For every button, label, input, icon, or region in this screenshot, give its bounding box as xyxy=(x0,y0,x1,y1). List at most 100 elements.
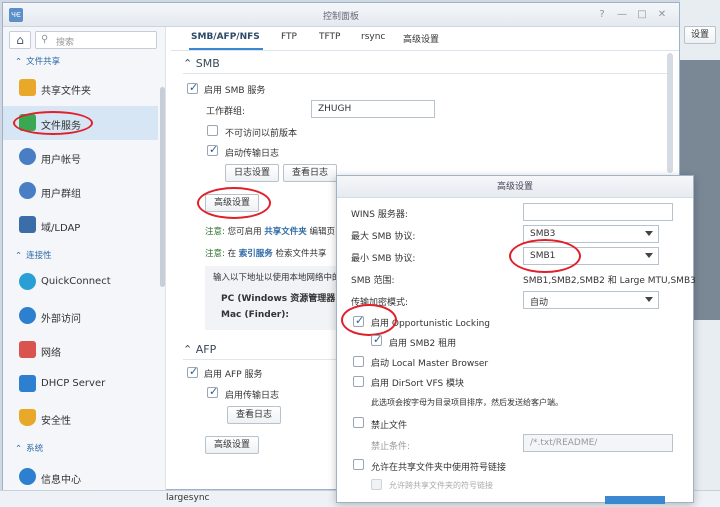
workgroup-label: 工作群组: xyxy=(206,107,246,117)
dirsort-checkbox[interactable] xyxy=(353,376,364,387)
help-icon[interactable]: ? xyxy=(595,8,609,22)
tab-rsync[interactable]: rsync xyxy=(361,32,385,42)
apply-button[interactable] xyxy=(605,496,665,504)
window-title: 控制面板 xyxy=(322,12,359,22)
veto-label: 禁止文件 xyxy=(371,421,408,431)
sidebar-item-dhcp[interactable]: DHCP Server xyxy=(3,367,158,401)
enable-afp-checkbox[interactable] xyxy=(187,365,198,378)
chevron-up-icon: ⌃ xyxy=(15,444,23,454)
afp-section-title[interactable]: ⌃ AFP xyxy=(183,343,216,356)
local-master-checkbox[interactable] xyxy=(353,356,364,367)
view-log-button[interactable]: 查看日志 xyxy=(283,164,337,182)
title-bar[interactable]: ЧЄ 控制面板 ? — □ ✕ xyxy=(3,3,679,27)
sidebar-item-shared-folder[interactable]: 共享文件夹 xyxy=(3,71,158,105)
min-smb-label: 最小 SMB 协议: xyxy=(351,254,416,264)
sidebar-item-info-center[interactable]: 信息中心 xyxy=(3,460,158,494)
background-settings-button[interactable]: 设置 xyxy=(684,26,716,44)
search-icon: ⚲ xyxy=(41,34,49,45)
workgroup-input[interactable]: ZHUGH xyxy=(311,100,435,118)
afp-transfer-log-label: 启用传输日志 xyxy=(225,391,280,401)
info-icon xyxy=(19,468,36,485)
dialog-title[interactable]: 高级设置 xyxy=(337,176,693,198)
sidebar-item-domain-ldap[interactable]: 域/LDAP xyxy=(3,208,158,242)
sidebar-item-quickconnect[interactable]: QuickConnect xyxy=(3,265,158,299)
minimize-icon[interactable]: — xyxy=(615,8,629,22)
sidebar-item-security[interactable]: 安全性 xyxy=(3,401,158,435)
symlink-label: 允许在共享文件夹中使用符号链接 xyxy=(371,463,507,473)
chevron-up-icon: ⌃ xyxy=(183,343,196,356)
chevron-down-icon xyxy=(645,231,653,236)
access-intro: 输入以下地址以使用本地网络中的 xyxy=(213,273,341,283)
veto-cond-input[interactable]: /*.txt/README/ xyxy=(523,434,673,452)
content-scrollbar[interactable] xyxy=(667,53,673,173)
globe-icon xyxy=(19,307,36,324)
shared-folder-link[interactable]: 共享文件夹 xyxy=(264,227,307,237)
wins-input[interactable] xyxy=(523,203,673,221)
divider xyxy=(183,359,343,360)
tab-smb-afp-nfs[interactable]: SMB/AFP/NFS xyxy=(191,32,260,42)
indexing-service-link[interactable]: 索引服务 xyxy=(239,249,273,259)
section-connectivity[interactable]: ⌃ 连接性 xyxy=(15,249,52,261)
home-network-icon xyxy=(19,341,36,358)
annotation-circle xyxy=(13,111,93,135)
close-icon[interactable]: ✕ xyxy=(655,8,669,22)
enable-afp-label: 启用 AFP 服务 xyxy=(204,370,263,380)
symlink-cross-checkbox[interactable] xyxy=(371,479,382,490)
tab-advanced[interactable]: 高级设置 xyxy=(403,32,439,45)
chevron-up-icon: ⌃ xyxy=(15,251,23,261)
smb-section-title[interactable]: ⌃ SMB xyxy=(183,57,220,70)
smb-range-value: SMB1,SMB2,SMB2 和 Large MTU,SMB3 xyxy=(523,276,696,286)
encrypt-select[interactable]: 自动 xyxy=(523,291,659,309)
group-icon xyxy=(19,182,36,199)
wins-label: WINS 服务器: xyxy=(351,210,408,220)
symlink-cross-label: 允许跨共享文件夹的符号链接 xyxy=(389,481,493,490)
tab-ftp[interactable]: FTP xyxy=(281,32,297,42)
note-shared-folder: 注意: 您可启用 共享文件夹 编辑页 xyxy=(205,227,336,237)
afp-view-log-button[interactable]: 查看日志 xyxy=(227,406,281,424)
tab-tftp[interactable]: TFTP xyxy=(319,32,340,42)
sidebar-scrollbar[interactable] xyxy=(160,87,165,287)
search-placeholder: 搜索 xyxy=(56,38,75,48)
enable-smb-checkbox[interactable] xyxy=(187,81,198,94)
log-settings-button[interactable]: 日志设置 xyxy=(225,164,279,182)
afp-transfer-log-checkbox[interactable] xyxy=(207,385,218,398)
domain-icon xyxy=(19,216,36,233)
veto-cond-label: 禁止条件: xyxy=(371,442,411,452)
no-prev-versions-checkbox[interactable] xyxy=(207,125,218,136)
tab-bar: SMB/AFP/NFS FTP TFTP rsync 高级设置 xyxy=(171,27,679,51)
taskbar-item[interactable]: largesync xyxy=(166,493,209,503)
smb2-lease-checkbox[interactable] xyxy=(371,333,382,346)
section-system[interactable]: ⌃ 系统 xyxy=(15,442,43,454)
max-smb-label: 最大 SMB 协议: xyxy=(351,232,416,242)
symlink-checkbox[interactable] xyxy=(353,459,364,470)
chevron-up-icon: ⌃ xyxy=(15,57,23,67)
shield-icon xyxy=(19,409,36,426)
local-master-label: 启动 Local Master Browser xyxy=(371,359,489,369)
home-button[interactable]: ⌂ xyxy=(9,31,31,49)
annotation-circle xyxy=(509,239,581,273)
dirsort-description: 此选项会按字母为目录项目排序，然后发送给客户端。 xyxy=(371,398,563,407)
smb-transfer-log-checkbox[interactable] xyxy=(207,143,218,156)
annotation-circle xyxy=(341,304,397,336)
smb-transfer-log-label: 启动传输日志 xyxy=(225,149,280,159)
access-address-box: 输入以下地址以使用本地网络中的 PC (Windows 资源管理器): Mac … xyxy=(205,266,343,330)
sidebar-item-user[interactable]: 用户帐号 xyxy=(3,140,158,174)
annotation-circle xyxy=(197,187,271,219)
home-icon: ⌂ xyxy=(16,33,24,47)
search-input[interactable]: ⚲ 搜索 xyxy=(35,31,157,49)
section-file-sharing[interactable]: ⌃ 文件共享 xyxy=(15,55,60,67)
sidebar-item-external-access[interactable]: 外部访问 xyxy=(3,299,158,333)
chevron-up-icon: ⌃ xyxy=(183,57,196,70)
smb2-lease-label: 启用 SMB2 租用 xyxy=(389,339,457,349)
folder-icon xyxy=(19,79,36,96)
note-indexing: 注意: 在 索引服务 检索文件共享 xyxy=(205,249,327,259)
divider xyxy=(183,73,667,74)
maximize-icon[interactable]: □ xyxy=(635,8,649,22)
afp-advanced-button[interactable]: 高级设置 xyxy=(205,436,259,454)
sidebar-item-group[interactable]: 用户群组 xyxy=(3,174,158,208)
sidebar-item-network[interactable]: 网络 xyxy=(3,333,158,367)
veto-checkbox[interactable] xyxy=(353,417,364,428)
dirsort-label: 启用 DirSort VFS 模块 xyxy=(371,379,465,389)
smb-range-label: SMB 范围: xyxy=(351,276,395,286)
no-prev-versions-label: 不可访问以前版本 xyxy=(225,129,298,139)
